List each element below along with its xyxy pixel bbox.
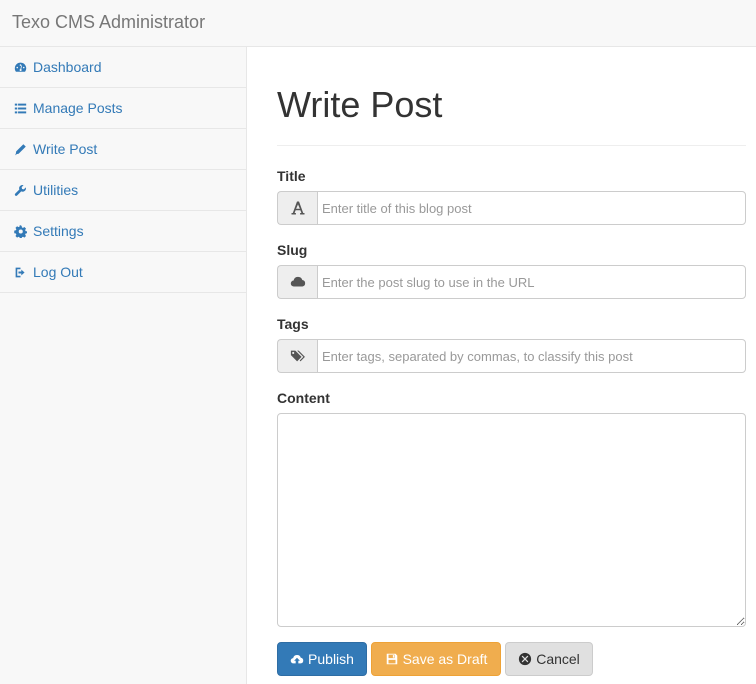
- tags-icon: [277, 339, 317, 373]
- title-input[interactable]: [317, 191, 746, 225]
- sidebar-item-utilities[interactable]: Utilities: [0, 170, 246, 211]
- logout-icon: [13, 265, 27, 279]
- slug-input-group: [277, 265, 746, 299]
- sidebar-item-label: Settings: [33, 223, 84, 239]
- cloud-icon: [277, 265, 317, 299]
- top-navbar: Texo CMS Administrator: [0, 0, 756, 47]
- save-draft-label: Save as Draft: [402, 651, 488, 667]
- save-draft-button[interactable]: Save as Draft: [371, 642, 501, 676]
- sidebar-item-log-out[interactable]: Log Out: [0, 252, 246, 293]
- sidebar-item-label: Manage Posts: [33, 100, 123, 116]
- sidebar-item-manage-posts[interactable]: Manage Posts: [0, 88, 246, 129]
- content-textarea[interactable]: [277, 413, 746, 627]
- title-divider: [277, 145, 746, 146]
- sidebar: Dashboard Manage Posts Write Post Utilit…: [0, 47, 247, 684]
- publish-label: Publish: [308, 651, 354, 667]
- sidebar-item-label: Utilities: [33, 182, 79, 198]
- content-label: Content: [277, 390, 330, 406]
- sidebar-item-label: Log Out: [33, 264, 83, 280]
- wrench-icon: [13, 183, 27, 197]
- slug-label: Slug: [277, 242, 308, 258]
- pencil-icon: [13, 142, 27, 156]
- font-icon: [277, 191, 317, 225]
- dashboard-icon: [13, 60, 27, 74]
- sidebar-item-dashboard[interactable]: Dashboard: [0, 47, 246, 88]
- cancel-label: Cancel: [536, 651, 580, 667]
- sidebar-item-label: Dashboard: [33, 59, 102, 75]
- title-label: Title: [277, 168, 306, 184]
- cloud-upload-icon: [290, 654, 304, 664]
- tags-input-group: [277, 339, 746, 373]
- publish-button[interactable]: Publish: [277, 642, 367, 676]
- page-title: Write Post: [277, 84, 443, 125]
- title-input-group: [277, 191, 746, 225]
- sidebar-item-label: Write Post: [33, 141, 98, 157]
- cancel-button[interactable]: Cancel: [505, 642, 593, 676]
- list-icon: [13, 101, 27, 115]
- tags-label: Tags: [277, 316, 309, 332]
- app-brand[interactable]: Texo CMS Administrator: [12, 12, 205, 33]
- sidebar-item-write-post[interactable]: Write Post: [0, 129, 246, 170]
- gear-icon: [13, 224, 27, 238]
- tags-input[interactable]: [317, 339, 746, 373]
- sidebar-item-settings[interactable]: Settings: [0, 211, 246, 252]
- close-circle-icon: [519, 652, 532, 666]
- floppy-icon: [386, 653, 397, 665]
- slug-input[interactable]: [317, 265, 746, 299]
